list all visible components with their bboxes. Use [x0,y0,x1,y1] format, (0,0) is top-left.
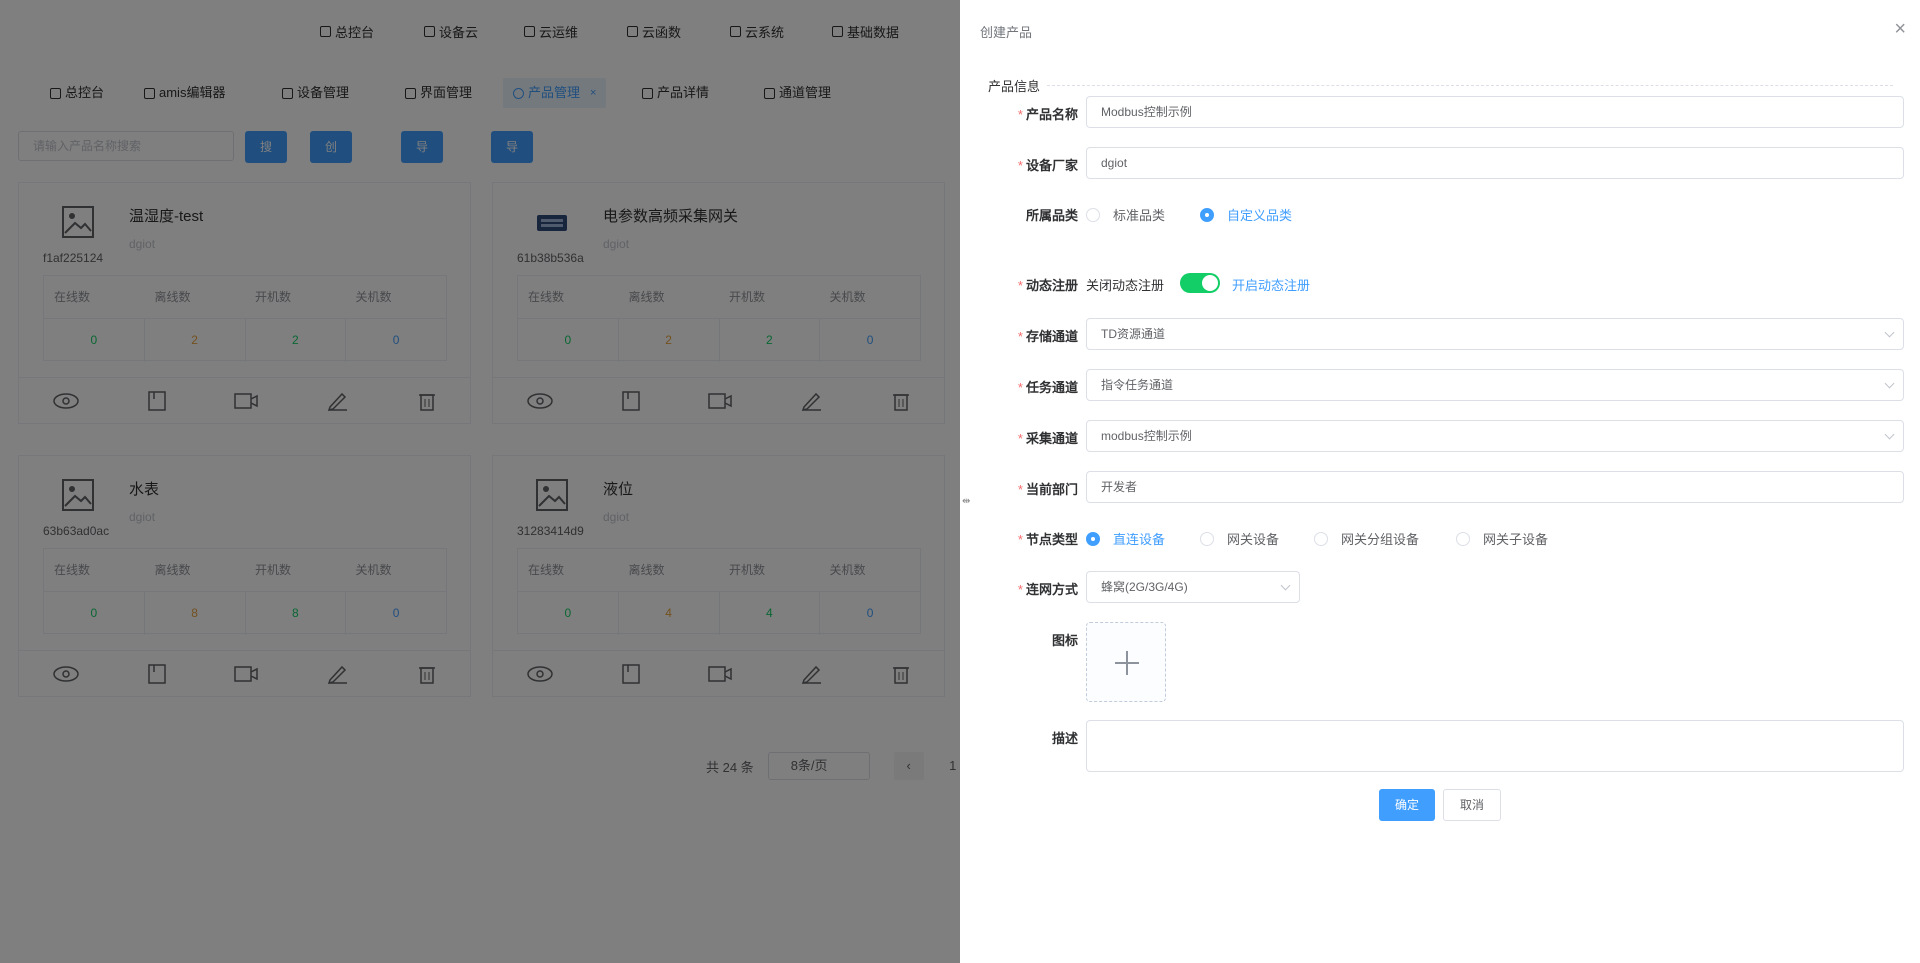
description-textarea[interactable] [1086,720,1904,772]
radio-gateway-group-device[interactable]: 网关分组设备 [1314,529,1419,548]
network-type-select[interactable]: 蜂窝(2G/3G/4G) [1086,571,1300,603]
field-label: * 当前部门 [1017,482,1078,497]
icon-upload[interactable] [1086,622,1166,702]
field-label: * 产品名称 [1017,107,1078,122]
field-label: * 连网方式 [1017,582,1078,597]
department-input[interactable]: 开发者 [1086,471,1904,503]
drawer-title: 创建产品 [980,25,1033,40]
cancel-button[interactable]: 取消 [1443,789,1501,821]
chevron-down-icon [1884,327,1895,338]
field-label: * 动态注册 [1017,278,1078,293]
radio-circle-icon [1200,531,1214,546]
radio-gateway-device[interactable]: 网关设备 [1200,529,1279,548]
radio-direct-device[interactable]: 直连设备 [1086,529,1165,548]
radio-standard-category[interactable]: 标准品类 [1086,205,1165,224]
chevron-down-icon [1884,429,1895,440]
drawer-resize-handle[interactable]: ⇹ [962,496,970,507]
collect-channel-select[interactable]: modbus控制示例 [1086,420,1904,452]
field-label: * 采集通道 [1017,431,1078,446]
field-label: 所属品类 [1025,208,1078,223]
radio-custom-category[interactable]: 自定义品类 [1200,205,1292,224]
storage-channel-select[interactable]: TD资源通道 [1086,318,1904,350]
field-label: * 节点类型 [1017,532,1078,547]
section-divider [1047,85,1893,86]
field-label: 图标 [1051,633,1078,648]
switch-on-label: 开启动态注册 [1232,278,1311,293]
field-label: * 任务通道 [1017,380,1078,395]
confirm-button[interactable]: 确定 [1379,789,1435,821]
field-label: * 设备厂家 [1017,158,1078,173]
radio-checked-icon [1086,531,1100,546]
create-product-drawer: 创建产品 × 产品信息 * 产品名称 Modbus控制示例 * 设备厂家 dgiot… [960,0,1920,963]
field-label: * 存储通道 [1017,329,1078,344]
section-title: 产品信息 [988,79,1041,94]
task-channel-select[interactable]: 指令任务通道 [1086,369,1904,401]
switch-off-label: 关闭动态注册 [1086,278,1165,293]
vendor-input[interactable]: dgiot [1086,147,1904,179]
field-label: 描述 [1051,731,1078,746]
chevron-down-icon [1280,580,1291,591]
radio-circle-icon [1314,531,1328,546]
dynamic-register-switch[interactable] [1180,273,1220,293]
chevron-down-icon [1884,378,1895,389]
radio-circle-icon [1456,531,1470,546]
close-icon[interactable]: × [1894,19,1906,39]
radio-checked-icon [1200,207,1214,222]
product-name-input[interactable]: Modbus控制示例 [1086,96,1904,128]
radio-circle-icon [1086,207,1100,222]
radio-gateway-sub-device[interactable]: 网关子设备 [1456,529,1548,548]
